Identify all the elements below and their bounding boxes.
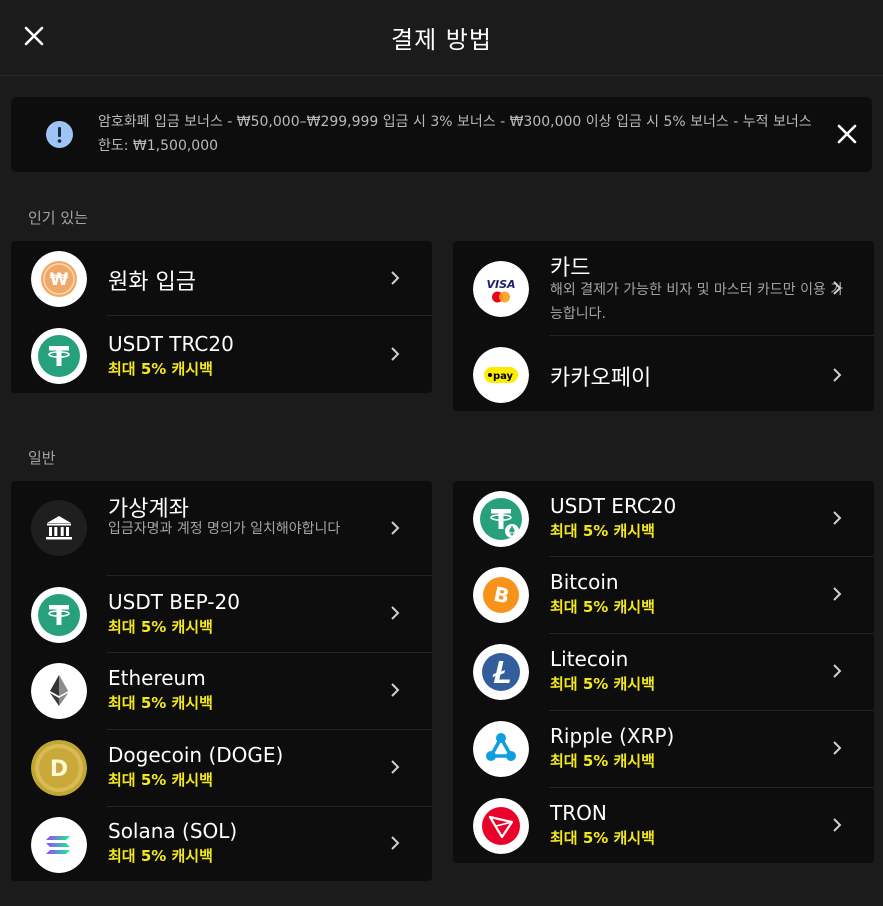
ripple-icon xyxy=(473,721,529,777)
method-description: 해외 결제가 가능한 비자 및 마스터 카드만 이용 가능합니다. xyxy=(550,282,844,322)
chevron-right-icon xyxy=(391,606,400,620)
method-virtual-account[interactable]: 가상계좌 입금자명과 계정 명의가 일치해야합니다 xyxy=(11,481,432,576)
ethereum-icon xyxy=(31,663,87,719)
page-title: 결제 방법 xyxy=(391,26,492,54)
cashback-label: 최대 5% 캐시백 xyxy=(108,360,213,378)
chevron-right-icon xyxy=(833,664,842,678)
visa-mastercard-icon: VISA xyxy=(473,261,529,317)
bitcoin-icon: B xyxy=(473,567,529,623)
method-description: 입금자명과 계정 명의가 일치해야합니다 xyxy=(108,521,341,537)
chevron-right-icon xyxy=(833,741,842,755)
method-name: TRON xyxy=(550,801,607,825)
svg-text:₩: ₩ xyxy=(50,270,69,290)
close-icon[interactable] xyxy=(20,22,48,50)
chevron-right-icon xyxy=(391,521,400,535)
close-notice-icon[interactable] xyxy=(835,122,859,146)
notice-text: 암호화폐 입금 보너스 - ₩50,000–₩299,999 입금 시 3% 보… xyxy=(98,114,812,154)
chevron-right-icon xyxy=(391,836,400,850)
tether-erc20-icon xyxy=(473,491,529,547)
cashback-label: 최대 5% 캐시백 xyxy=(550,829,655,847)
bank-icon xyxy=(31,500,87,556)
popular-right-card: VISA 카드 해외 결제가 가능한 비자 및 마스터 카드만 이용 가능합니다… xyxy=(453,241,874,411)
method-ethereum[interactable]: Ethereum 최대 5% 캐시백 xyxy=(11,653,432,730)
method-card[interactable]: VISA 카드 해외 결제가 가능한 비자 및 마스터 카드만 이용 가능합니다… xyxy=(453,241,874,336)
chevron-right-icon xyxy=(391,271,400,285)
method-name: Litecoin xyxy=(550,647,629,671)
chevron-right-icon xyxy=(833,587,842,601)
method-dogecoin[interactable]: D Dogecoin (DOGE) 최대 5% 캐시백 xyxy=(11,730,432,807)
chevron-right-icon xyxy=(833,511,842,525)
dogecoin-icon: D xyxy=(31,740,87,796)
bonus-notice: 암호화폐 입금 보너스 - ₩50,000–₩299,999 입금 시 3% 보… xyxy=(11,97,872,172)
cashback-label: 최대 5% 캐시백 xyxy=(550,522,655,540)
popular-left-card: ₩ 원화 입금 USDT TRC20 최대 5% 캐시백 xyxy=(11,241,432,393)
method-usdt-bep20[interactable]: USDT BEP-20 최대 5% 캐시백 xyxy=(11,576,432,653)
method-litecoin[interactable]: Litecoin 최대 5% 캐시백 xyxy=(453,634,874,711)
chevron-right-icon xyxy=(833,818,842,832)
cashback-label: 최대 5% 캐시백 xyxy=(108,694,213,712)
method-name: Ethereum xyxy=(108,666,206,690)
section-label-general: 일반 xyxy=(28,449,56,467)
header: 결제 방법 xyxy=(0,0,883,76)
chevron-right-icon xyxy=(391,683,400,697)
svg-text:VISA: VISA xyxy=(486,278,515,291)
cashback-label: 최대 5% 캐시백 xyxy=(108,847,213,865)
cashback-label: 최대 5% 캐시백 xyxy=(108,618,213,636)
method-usdt-trc20[interactable]: USDT TRC20 최대 5% 캐시백 xyxy=(11,316,432,393)
general-right-card: USDT ERC20 최대 5% 캐시백 B Bitcoin 최대 5% 캐시백… xyxy=(453,481,874,863)
method-tron[interactable]: TRON 최대 5% 캐시백 xyxy=(453,788,874,863)
method-kakaopay[interactable]: pay 카카오페이 xyxy=(453,336,874,411)
method-name: USDT ERC20 xyxy=(550,494,677,518)
kakaopay-icon: pay xyxy=(473,347,529,403)
info-icon xyxy=(46,121,73,148)
general-left-card: 가상계좌 입금자명과 계정 명의가 일치해야합니다 USDT BEP-20 최대… xyxy=(11,481,432,881)
chevron-right-icon xyxy=(391,760,400,774)
cashback-label: 최대 5% 캐시백 xyxy=(550,675,655,693)
chevron-right-icon xyxy=(391,347,400,361)
method-name: USDT BEP-20 xyxy=(108,590,240,614)
svg-text:pay: pay xyxy=(493,371,514,382)
method-solana[interactable]: Solana (SOL) 최대 5% 캐시백 xyxy=(11,807,432,881)
method-bitcoin[interactable]: B Bitcoin 최대 5% 캐시백 xyxy=(453,557,874,634)
section-label-popular: 인기 있는 xyxy=(28,209,88,227)
method-name: Solana (SOL) xyxy=(108,819,238,843)
method-name: 카카오페이 xyxy=(550,366,652,391)
cashback-label: 최대 5% 캐시백 xyxy=(550,598,655,616)
solana-icon xyxy=(31,817,87,873)
tether-icon xyxy=(31,587,87,643)
tether-icon xyxy=(31,328,87,384)
method-usdt-erc20[interactable]: USDT ERC20 최대 5% 캐시백 xyxy=(453,481,874,557)
litecoin-icon xyxy=(473,644,529,700)
cashback-label: 최대 5% 캐시백 xyxy=(108,771,213,789)
method-name: Dogecoin (DOGE) xyxy=(108,743,284,767)
svg-text:D: D xyxy=(50,757,68,782)
method-name: Ripple (XRP) xyxy=(550,724,675,748)
tron-icon xyxy=(473,798,529,854)
chevron-right-icon xyxy=(833,368,842,382)
method-krw-deposit[interactable]: ₩ 원화 입금 xyxy=(11,241,432,316)
cashback-label: 최대 5% 캐시백 xyxy=(550,752,655,770)
method-name: Bitcoin xyxy=(550,570,619,594)
method-name: USDT TRC20 xyxy=(108,332,234,356)
method-name: 원화 입금 xyxy=(108,270,196,295)
won-coin-icon: ₩ xyxy=(31,251,87,307)
chevron-right-icon xyxy=(833,281,842,295)
method-ripple[interactable]: Ripple (XRP) 최대 5% 캐시백 xyxy=(453,711,874,788)
